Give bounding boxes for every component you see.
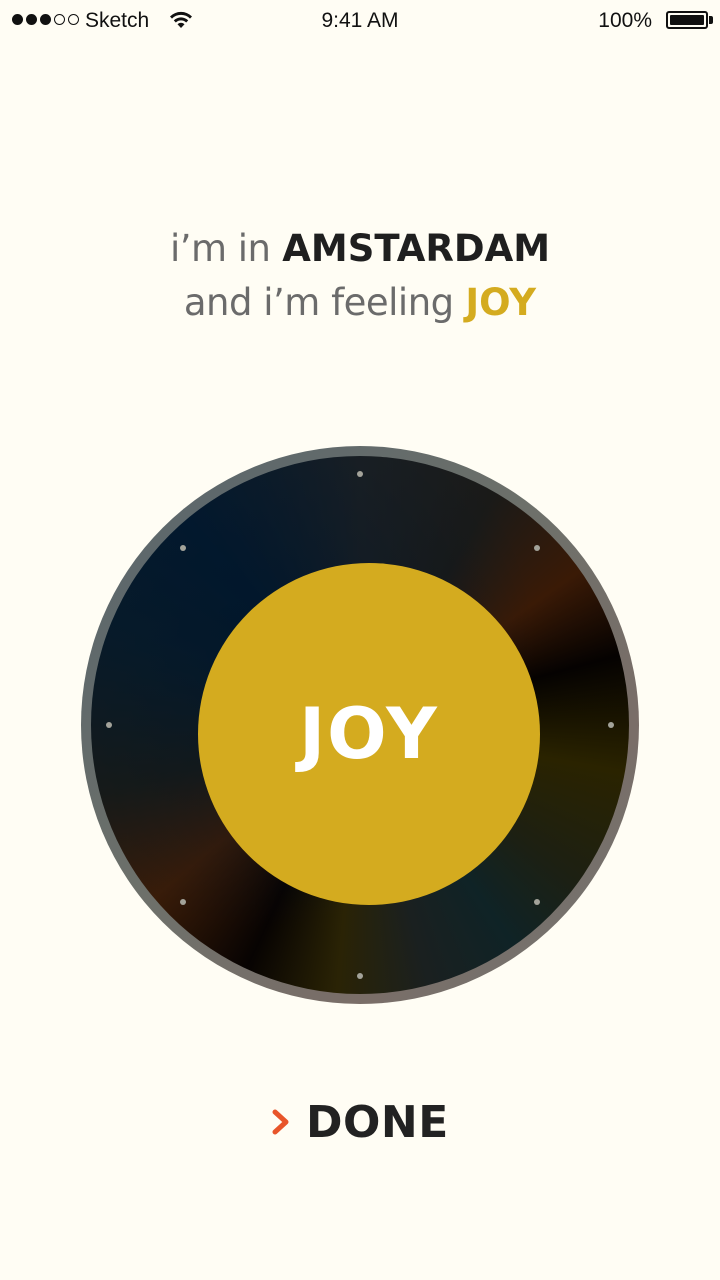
mood-dial-center[interactable]: JOY bbox=[198, 563, 540, 905]
mood-dial-ring[interactable]: JOY bbox=[91, 456, 629, 994]
headline-prefix-2: and i’m feeling bbox=[183, 281, 454, 324]
headline-line-1: i’m in AMSTARDAM bbox=[0, 222, 720, 276]
done-button[interactable]: DONE bbox=[270, 1094, 450, 1150]
battery-fill bbox=[670, 15, 704, 25]
dial-tick bbox=[106, 722, 112, 728]
headline-prefix-1: i’m in bbox=[169, 227, 271, 270]
dial-tick bbox=[534, 544, 541, 551]
dial-tick bbox=[357, 973, 363, 979]
done-label: DONE bbox=[306, 1096, 449, 1148]
dial-tick bbox=[357, 471, 363, 477]
status-bar: Sketch 9:41 AM 100% bbox=[0, 0, 720, 40]
dial-tick bbox=[534, 899, 541, 906]
battery-icon bbox=[666, 11, 708, 29]
chevron-right-icon bbox=[272, 1109, 289, 1135]
mood-dial-label: JOY bbox=[299, 693, 439, 775]
mood-headline: i’m in AMSTARDAM and i’m feeling JOY bbox=[0, 222, 720, 330]
city-name: AMSTARDAM bbox=[282, 227, 551, 270]
mood-dial[interactable]: JOY bbox=[81, 446, 639, 1004]
dial-tick bbox=[179, 899, 186, 906]
dial-tick bbox=[179, 544, 186, 551]
headline-line-2: and i’m feeling JOY bbox=[0, 276, 720, 330]
feeling-name: JOY bbox=[465, 281, 537, 324]
battery-percent: 100% bbox=[598, 9, 652, 32]
dial-tick bbox=[608, 722, 614, 728]
battery-tip bbox=[709, 16, 713, 24]
